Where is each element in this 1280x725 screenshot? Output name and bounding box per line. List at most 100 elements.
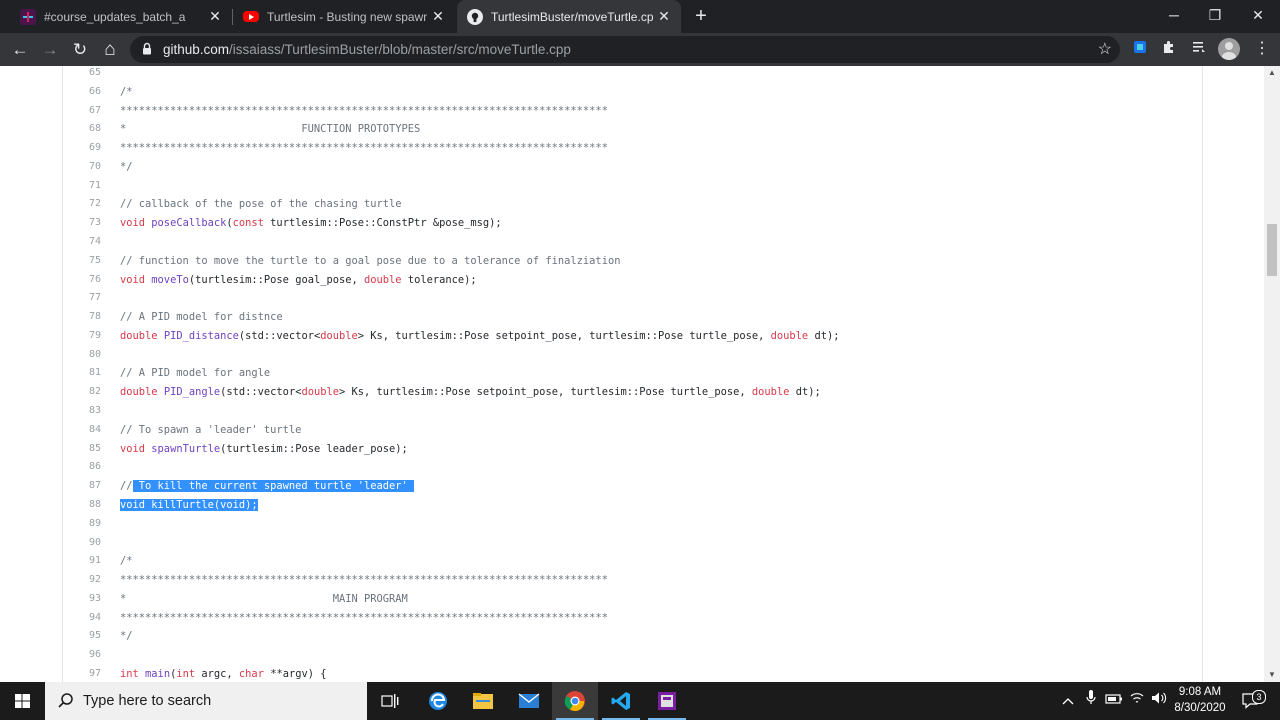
page-content: 65 66 /* 67 ********************************… <box>0 66 1280 682</box>
vscode-icon[interactable] <box>598 682 644 720</box>
code-text: int main(int argc, char **argv) { <box>120 667 327 680</box>
line-number[interactable]: 66 <box>63 83 101 102</box>
line-number[interactable]: 90 <box>63 534 101 553</box>
line-number[interactable]: 80 <box>63 346 101 365</box>
file-explorer-icon[interactable] <box>460 682 506 720</box>
browser-toolbar: ← → ↻ ⌂ github.com/issaiass/TurtlesimBus… <box>0 33 1280 66</box>
code-text: /* <box>120 85 133 98</box>
scroll-down-icon[interactable]: ▼ <box>1264 668 1280 682</box>
line-number[interactable]: 89 <box>63 515 101 534</box>
search-box[interactable]: Type here to search <box>45 682 367 720</box>
slack-icon <box>20 8 36 25</box>
wifi-icon[interactable] <box>1128 682 1146 720</box>
scrollbar-thumb[interactable] <box>1267 224 1277 276</box>
line-number[interactable]: 96 <box>63 646 101 665</box>
code-line: 89 <box>63 515 1193 534</box>
line-number[interactable]: 65 <box>63 66 101 83</box>
vertical-scrollbar[interactable]: ▲ ▼ <box>1264 66 1280 682</box>
code-line: 73 void poseCallback(const turtlesim::Pos… <box>63 214 1193 233</box>
line-number[interactable]: 74 <box>63 233 101 252</box>
line-number[interactable]: 67 <box>63 102 101 121</box>
close-window-button[interactable]: ✕ <box>1236 0 1280 30</box>
notifications-button[interactable]: 3 <box>1238 682 1266 720</box>
line-number[interactable]: 68 <box>63 120 101 139</box>
chrome-icon[interactable] <box>552 682 598 720</box>
home-button[interactable]: ⌂ <box>97 37 123 63</box>
maximize-button[interactable]: ❐ <box>1193 0 1237 30</box>
close-tab-icon[interactable]: ✕ <box>653 8 675 25</box>
battery-icon[interactable] <box>1105 682 1123 720</box>
code-line: 91 /* <box>63 552 1193 571</box>
scroll-up-icon[interactable]: ▲ <box>1264 66 1280 80</box>
line-number[interactable]: 77 <box>63 289 101 308</box>
line-number[interactable]: 79 <box>63 327 101 346</box>
back-button[interactable]: ← <box>7 37 33 63</box>
line-number[interactable]: 86 <box>63 458 101 477</box>
volume-icon[interactable] <box>1150 682 1168 720</box>
line-number[interactable]: 69 <box>63 139 101 158</box>
tab-slack[interactable]: #course_updates_batch_a ✕ <box>0 0 232 33</box>
puzzle-extensions-icon[interactable] <box>1159 39 1179 59</box>
line-number[interactable]: 84 <box>63 421 101 440</box>
tab-github[interactable]: TurtlesimBuster/moveTurtle.cpp ✕ <box>457 0 681 33</box>
close-tab-icon[interactable]: ✕ <box>427 8 449 25</box>
taskbar: Type here to search 9:08 AM 8/30/2020 3 <box>0 682 1280 720</box>
extension-icon[interactable] <box>1130 39 1150 59</box>
line-number[interactable]: 83 <box>63 402 101 421</box>
close-tab-icon[interactable]: ✕ <box>204 8 226 25</box>
line-number[interactable]: 94 <box>63 609 101 628</box>
line-number[interactable]: 78 <box>63 308 101 327</box>
code-text: * FUNCTION PROTOTYPES <box>120 123 421 136</box>
code-line: 78 // A PID model for distnce <box>63 308 1193 327</box>
system-clock[interactable]: 9:08 AM 8/30/2020 <box>1168 684 1232 716</box>
line-number[interactable]: 97 <box>63 665 101 682</box>
chevron-up-icon[interactable] <box>1060 682 1076 720</box>
new-tab-button[interactable]: + <box>690 5 712 27</box>
menu-dots-icon[interactable]: ⋮ <box>1252 39 1272 59</box>
windows-icon <box>15 694 30 708</box>
tab-youtube[interactable]: Turtlesim - Busting new spawned ✕ <box>233 0 455 33</box>
line-number[interactable]: 92 <box>63 571 101 590</box>
line-number[interactable]: 82 <box>63 383 101 402</box>
code-line: 79 double PID_distance(std::vector<double… <box>63 327 1193 346</box>
line-number[interactable]: 72 <box>63 195 101 214</box>
microphone-icon[interactable] <box>1083 682 1099 720</box>
tab-title: Turtlesim - Busting new spawned <box>267 9 427 24</box>
code-line: 76 void moveTo(turtlesim::Pose goal_pose,… <box>63 271 1193 290</box>
line-number[interactable]: 76 <box>63 271 101 290</box>
code-line: 94 **************************************… <box>63 609 1193 628</box>
bookmark-star-icon[interactable]: ☆ <box>1098 36 1112 63</box>
reading-list-icon[interactable] <box>1189 39 1209 59</box>
code-line: 83 <box>63 402 1193 421</box>
forward-button[interactable]: → <box>37 37 63 63</box>
code-line: 65 <box>63 66 1193 83</box>
line-number[interactable]: 75 <box>63 252 101 271</box>
code-line: 67 **************************************… <box>63 102 1193 121</box>
line-number[interactable]: 85 <box>63 440 101 459</box>
reload-button[interactable]: ↻ <box>67 37 93 63</box>
code-text: ****************************************… <box>120 142 608 155</box>
mail-icon[interactable] <box>506 682 552 720</box>
start-button[interactable] <box>0 682 45 720</box>
url-text: github.com/issaiass/TurtlesimBuster/blob… <box>163 36 571 63</box>
code-line: 72 // callback of the pose of the chasing… <box>63 195 1193 214</box>
line-number[interactable]: 87 <box>63 477 101 496</box>
youtube-icon <box>243 11 259 22</box>
code-viewer: 65 66 /* 67 ********************************… <box>62 66 1203 682</box>
line-number[interactable]: 91 <box>63 552 101 571</box>
address-bar[interactable]: github.com/issaiass/TurtlesimBuster/blob… <box>130 36 1120 63</box>
code-line: 82 double PID_angle(std::vector<double> K… <box>63 383 1193 402</box>
line-number[interactable]: 88 <box>63 496 101 515</box>
line-number[interactable]: 71 <box>63 177 101 196</box>
line-number[interactable]: 93 <box>63 590 101 609</box>
edge-icon[interactable] <box>415 682 461 720</box>
line-number[interactable]: 81 <box>63 364 101 383</box>
code-line: 95 */ <box>63 627 1193 646</box>
minimize-button[interactable]: ─ <box>1152 0 1196 30</box>
task-view-icon[interactable] <box>367 682 413 720</box>
line-number[interactable]: 95 <box>63 627 101 646</box>
line-number[interactable]: 73 <box>63 214 101 233</box>
line-number[interactable]: 70 <box>63 158 101 177</box>
avatar[interactable] <box>1218 38 1240 60</box>
app-icon[interactable] <box>644 682 690 720</box>
